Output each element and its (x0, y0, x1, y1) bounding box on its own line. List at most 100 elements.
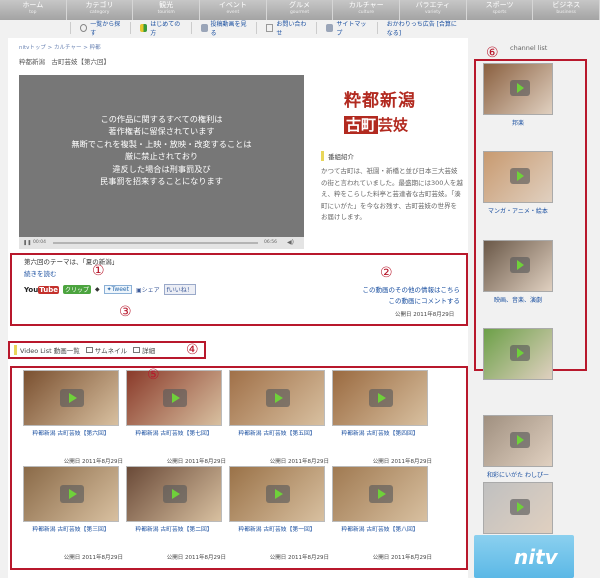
subnav-beginner[interactable]: はじめての方 (130, 21, 190, 37)
video-title-link[interactable]: 粋都新潟 古町芸妓【第七回】 (126, 428, 222, 437)
play-pause-icon[interactable]: ❚❚ (23, 240, 31, 246)
video-list-item[interactable]: 粋都新潟 古町芸妓【第五回】公開日 2011年8月29日 (229, 370, 329, 465)
play-icon (510, 432, 530, 448)
channel-item[interactable]: 邦楽 (483, 63, 553, 127)
beginner-icon (140, 24, 148, 32)
video-thumbnail[interactable] (229, 370, 325, 426)
youtube-you: You (24, 285, 39, 294)
share-label: シェア (141, 287, 160, 294)
channel-title-link[interactable]: 邦楽 (483, 118, 553, 127)
time-elapsed: 00:04 (33, 240, 46, 245)
channel-title-link[interactable]: 映画、音楽、演劇 (483, 295, 553, 304)
channel-thumbnail[interactable] (483, 415, 553, 467)
video-title-link[interactable]: 粋都新潟 古町芸妓【第四回】 (332, 428, 428, 437)
seek-bar[interactable] (53, 242, 258, 244)
channel-item[interactable]: マンガ・アニメ・絵本 (483, 151, 553, 215)
play-icon (510, 80, 530, 96)
comment-link[interactable]: この動画にコメントする (330, 296, 461, 307)
video-list-item[interactable]: 粋都新潟 古町芸妓【第六回】 公開日 2011年8月29日 (23, 370, 123, 465)
video-list-item[interactable]: 粋都新潟 古町芸妓【第四回】 公開日 2011年8月29日 (332, 370, 432, 465)
annotation-number-2: ② (380, 265, 393, 281)
subnav-contact[interactable]: お問い合わせ (256, 21, 316, 37)
channel-item[interactable]: 映画、音楽、演劇 (483, 240, 553, 304)
video-player[interactable]: この作品に関するすべての権利は 著作権者に留保されています 無断でこれを複製・上… (19, 75, 304, 237)
channel-thumbnail[interactable] (483, 63, 553, 115)
video-thumbnail[interactable] (23, 466, 119, 522)
thumbnail-label: サムネイル (94, 347, 128, 355)
video-publish-date: 公開日 2011年8月29日 (63, 555, 123, 561)
video-thumbnail[interactable] (332, 370, 428, 426)
video-title-link[interactable]: 粋都新潟 古町芸妓【第二回】 (126, 524, 222, 533)
nitv-banner[interactable]: nitv (474, 535, 574, 578)
nav-item-sports[interactable]: スポーツ sports (467, 0, 534, 20)
play-icon (369, 389, 393, 407)
video-controls[interactable]: ❚❚ 00:04 06:56 ◀) (19, 237, 304, 249)
view-thumbnail-option[interactable]: サムネイル (85, 345, 128, 355)
annotation-number-3: ③ (119, 304, 132, 320)
notice-line: この作品に関するすべての権利は (100, 114, 223, 124)
play-icon (510, 257, 530, 273)
video-list-item[interactable]: 粋都新潟 古町芸妓【第七回】 公開日 2011年8月29日 (126, 370, 226, 465)
video-list-item[interactable]: 粋都新潟 古町芸妓【第二回】 公開日 2011年8月29日 (126, 466, 226, 561)
video-title-link[interactable]: 粋都新潟 古町芸妓【第三回】 (23, 524, 119, 533)
video-list-item[interactable]: 粋都新潟 古町芸妓【第三回】公開日 2011年8月29日 (23, 466, 123, 561)
subnav-sitemap[interactable]: サイトマップ (316, 21, 376, 37)
video-thumbnail[interactable] (126, 466, 222, 522)
video-thumbnail[interactable] (332, 466, 428, 522)
global-nav: ホーム top カテゴリ category 観光 tourism イベント event … (0, 0, 600, 20)
clip-count-icon: ◆ (94, 286, 100, 293)
youtube-button[interactable]: YouTube (24, 285, 59, 294)
subnav-ad[interactable]: おかわりっち広告 [合算になる] (376, 21, 470, 37)
volume-icon[interactable]: ◀) (287, 239, 294, 246)
video-thumbnail[interactable] (23, 370, 119, 426)
read-more-link[interactable]: 続きを読む (24, 268, 57, 278)
tweet-button[interactable]: ✦Tweet (103, 285, 132, 294)
channel-item[interactable]: 和彩にいがた わしぴー (483, 415, 553, 479)
view-detail-option[interactable]: 詳細 (133, 345, 155, 355)
channel-thumbnail[interactable] (483, 151, 553, 203)
nav-item-tourism[interactable]: 観光 tourism (133, 0, 201, 20)
nav-item-variety[interactable]: バラエティ variety (400, 0, 467, 20)
annotation-number-4: ④ (186, 342, 199, 358)
video-title-link[interactable]: 粋都新潟 古町芸妓【第五回】 (229, 428, 325, 437)
detail-label: 詳細 (142, 347, 156, 355)
mail-icon (266, 24, 274, 32)
video-title-link[interactable]: 粋都新潟 古町芸妓【第一回】 (229, 524, 325, 533)
breadcrumb[interactable]: nitvトップ > カルチャー > 粋都 (19, 43, 101, 51)
nav-item-culture[interactable]: カルチャー culture (333, 0, 401, 20)
video-title-link[interactable]: 粋都新潟 古町芸妓【第八回】 (332, 524, 428, 533)
channel-thumbnail[interactable] (483, 328, 553, 380)
clip-button[interactable]: クリップ (62, 285, 91, 294)
youtube-tube: Tube (38, 285, 59, 294)
channel-title-link[interactable]: 和彩にいがた わしぴー (483, 470, 553, 479)
video-title-link[interactable]: 粋都新潟 古町芸妓【第六回】 (23, 428, 119, 437)
subnav-search[interactable]: 一覧から探す (70, 21, 130, 37)
channel-item[interactable] (483, 328, 553, 383)
subnav-uploads[interactable]: 投稿動画を見る (190, 21, 257, 37)
channel-title-link[interactable]: マンガ・アニメ・絵本 (483, 206, 553, 215)
like-label: いいね！ (168, 287, 193, 294)
subnav-label: 投稿動画を見る (210, 21, 247, 37)
logo-line1: 粋都新潟 (344, 91, 416, 111)
sub-nav: 一覧から探す はじめての方 投稿動画を見る お問い合わせ サイトマップ おかわり… (70, 20, 470, 37)
video-thumbnail[interactable] (229, 466, 325, 522)
video-publish-date: 公開日 2011年8月29日 (372, 555, 432, 561)
nav-item-event[interactable]: イベント event (200, 0, 267, 20)
nitv-logo: nitv (514, 545, 558, 569)
channel-thumbnail[interactable] (483, 240, 553, 292)
notice-line: 著作権者に留保されています (108, 126, 215, 137)
nav-item-category[interactable]: カテゴリ category (67, 0, 134, 20)
tweet-label: Tweet (111, 286, 129, 293)
nav-item-gourmet[interactable]: グルメ gourmet (267, 0, 334, 20)
video-publish-date: 公開日 2011年8月29日 (269, 459, 329, 465)
nav-item-home[interactable]: ホーム top (0, 0, 67, 20)
nav-item-business[interactable]: ビジネス business (533, 0, 600, 20)
facebook-share-button[interactable]: ▣シェア (136, 285, 160, 294)
video-list-item[interactable]: 粋都新潟 古町芸妓【第八回】公開日 2011年8月29日 (332, 466, 432, 561)
play-icon (60, 485, 84, 503)
video-list-item[interactable]: 粋都新潟 古町芸妓【第一回】 公開日 2011年8月29日 (229, 466, 329, 561)
channel-thumbnail[interactable] (483, 482, 553, 534)
facebook-like-button[interactable]: fいいね！ (163, 284, 196, 295)
other-info-link[interactable]: この動画のその他の情報はこちら (330, 285, 461, 296)
video-thumbnail[interactable] (126, 370, 222, 426)
